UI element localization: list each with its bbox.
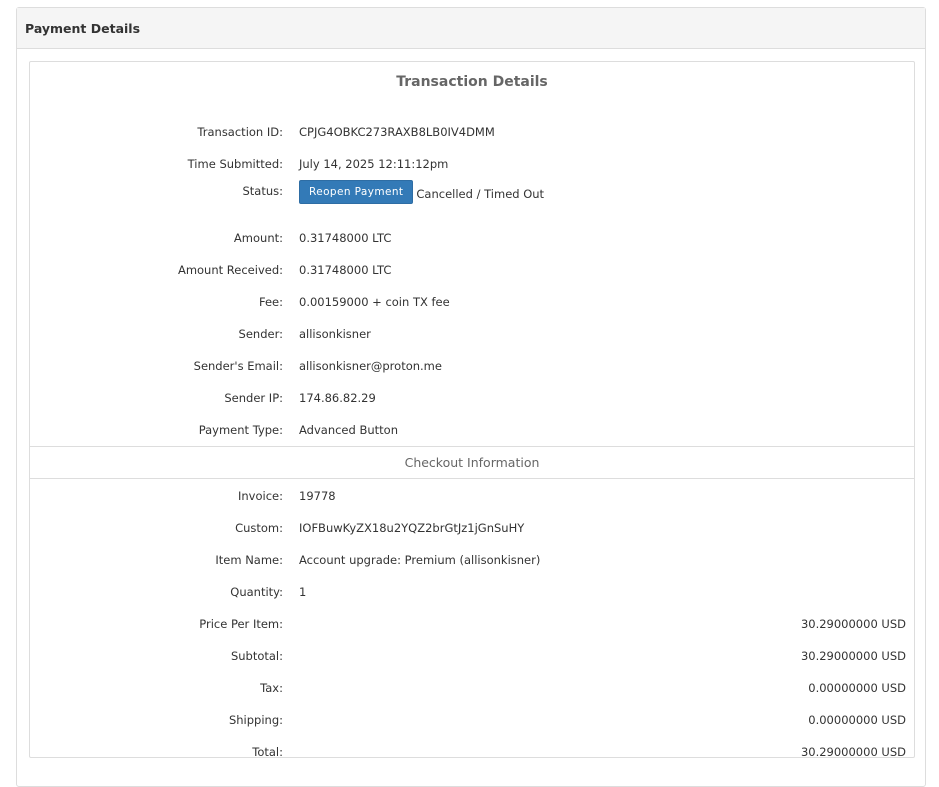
- panel-title: Payment Details: [25, 20, 141, 36]
- value-time-submitted: July 14, 2025 12:11:12pm: [299, 157, 449, 171]
- row-total: Total: 30.29000000 USD: [30, 736, 914, 768]
- value-subtotal: 30.29000000 USD: [800, 649, 906, 663]
- label-quantity: Quantity:: [230, 585, 283, 599]
- value-total: 30.29000000 USD: [800, 745, 906, 759]
- value-item-name: Account upgrade: Premium (allisonkisner): [299, 553, 541, 567]
- value-amount-received: 0.31748000 LTC: [299, 263, 392, 277]
- row-invoice: Invoice: 19778: [30, 480, 914, 512]
- label-shipping: Shipping:: [228, 713, 283, 727]
- row-sender: Sender: allisonkisner: [30, 318, 914, 350]
- label-tax: Tax:: [260, 681, 283, 695]
- value-shipping: 0.00000000 USD: [808, 713, 906, 727]
- label-sender-email: Sender's Email:: [193, 359, 283, 373]
- row-custom: Custom: IOFBuwKyZX18u2YQZ2brGtJz1jGnSuHY: [30, 512, 914, 544]
- row-subtotal: Subtotal: 30.29000000 USD: [30, 640, 914, 672]
- value-sender-ip: 174.86.82.29: [299, 391, 376, 405]
- row-amount: Amount: 0.31748000 LTC: [30, 222, 914, 254]
- row-time-submitted: Time Submitted: July 14, 2025 12:11:12pm: [30, 148, 914, 180]
- row-transaction-id: Transaction ID: CPJG4OBKC273RAXB8LB0IV4D…: [30, 116, 914, 148]
- value-quantity: 1: [299, 585, 307, 599]
- reopen-payment-button[interactable]: Reopen Payment: [299, 180, 414, 204]
- transaction-box: Transaction Details Transaction ID: CPJG…: [29, 61, 915, 759]
- value-invoice: 19778: [299, 489, 336, 503]
- label-status: Status:: [242, 184, 283, 198]
- label-subtotal: Subtotal:: [230, 649, 283, 663]
- row-amount-received: Amount Received: 0.31748000 LTC: [30, 254, 914, 286]
- checkout-information-header: Checkout Information: [30, 446, 914, 479]
- label-item-name: Item Name:: [215, 553, 283, 567]
- row-fee: Fee: 0.00159000 + coin TX fee: [30, 286, 914, 318]
- value-custom: IOFBuwKyZX18u2YQZ2brGtJz1jGnSuHY: [299, 521, 525, 535]
- row-quantity: Quantity: 1: [30, 576, 914, 608]
- value-payment-type: Advanced Button: [299, 423, 398, 437]
- label-total: Total:: [252, 745, 283, 759]
- label-custom: Custom:: [235, 521, 283, 535]
- panel-heading: Payment Details: [17, 8, 925, 49]
- label-fee: Fee:: [258, 295, 283, 309]
- label-invoice: Invoice:: [238, 489, 283, 503]
- row-shipping: Shipping: 0.00000000 USD: [30, 704, 914, 736]
- value-sender-email: allisonkisner@proton.me: [299, 359, 442, 373]
- label-transaction-id: Transaction ID:: [197, 125, 283, 139]
- row-tax: Tax: 0.00000000 USD: [30, 672, 914, 704]
- row-payment-type: Payment Type: Advanced Button: [30, 414, 914, 446]
- label-amount: Amount:: [233, 231, 283, 245]
- row-sender-email: Sender's Email: allisonkisner@proton.me: [30, 350, 914, 382]
- row-sender-ip: Sender IP: 174.86.82.29: [30, 382, 914, 414]
- label-sender: Sender:: [238, 327, 283, 341]
- label-time-submitted: Time Submitted:: [187, 157, 283, 171]
- value-transaction-id: CPJG4OBKC273RAXB8LB0IV4DMM: [299, 125, 495, 139]
- value-status: Reopen Payment Cancelled / Timed Out: [299, 180, 914, 204]
- row-status: Status: Reopen Payment Cancelled / Timed…: [30, 180, 914, 222]
- transaction-details-title: Transaction Details: [396, 74, 548, 90]
- label-sender-ip: Sender IP:: [224, 391, 283, 405]
- row-price-per-item: Price Per Item: 30.29000000 USD: [30, 608, 914, 640]
- value-amount: 0.31748000 LTC: [299, 231, 392, 245]
- payment-details-panel: Payment Details Transaction Details Tran…: [16, 7, 926, 787]
- label-price-per-item: Price Per Item:: [199, 617, 283, 631]
- value-fee: 0.00159000 + coin TX fee: [299, 295, 450, 309]
- value-tax: 0.00000000 USD: [808, 681, 906, 695]
- status-text: Cancelled / Timed Out: [416, 187, 545, 201]
- checkout-rows: Invoice: 19778 Custom: IOFBuwKyZX18u2YQZ…: [30, 479, 914, 768]
- label-amount-received: Amount Received:: [177, 263, 283, 277]
- value-sender: allisonkisner: [299, 327, 371, 341]
- label-payment-type: Payment Type:: [198, 423, 283, 437]
- row-item-name: Item Name: Account upgrade: Premium (all…: [30, 544, 914, 576]
- value-price-per-item: 30.29000000 USD: [800, 617, 906, 631]
- transaction-rows: Transaction ID: CPJG4OBKC273RAXB8LB0IV4D…: [30, 102, 914, 446]
